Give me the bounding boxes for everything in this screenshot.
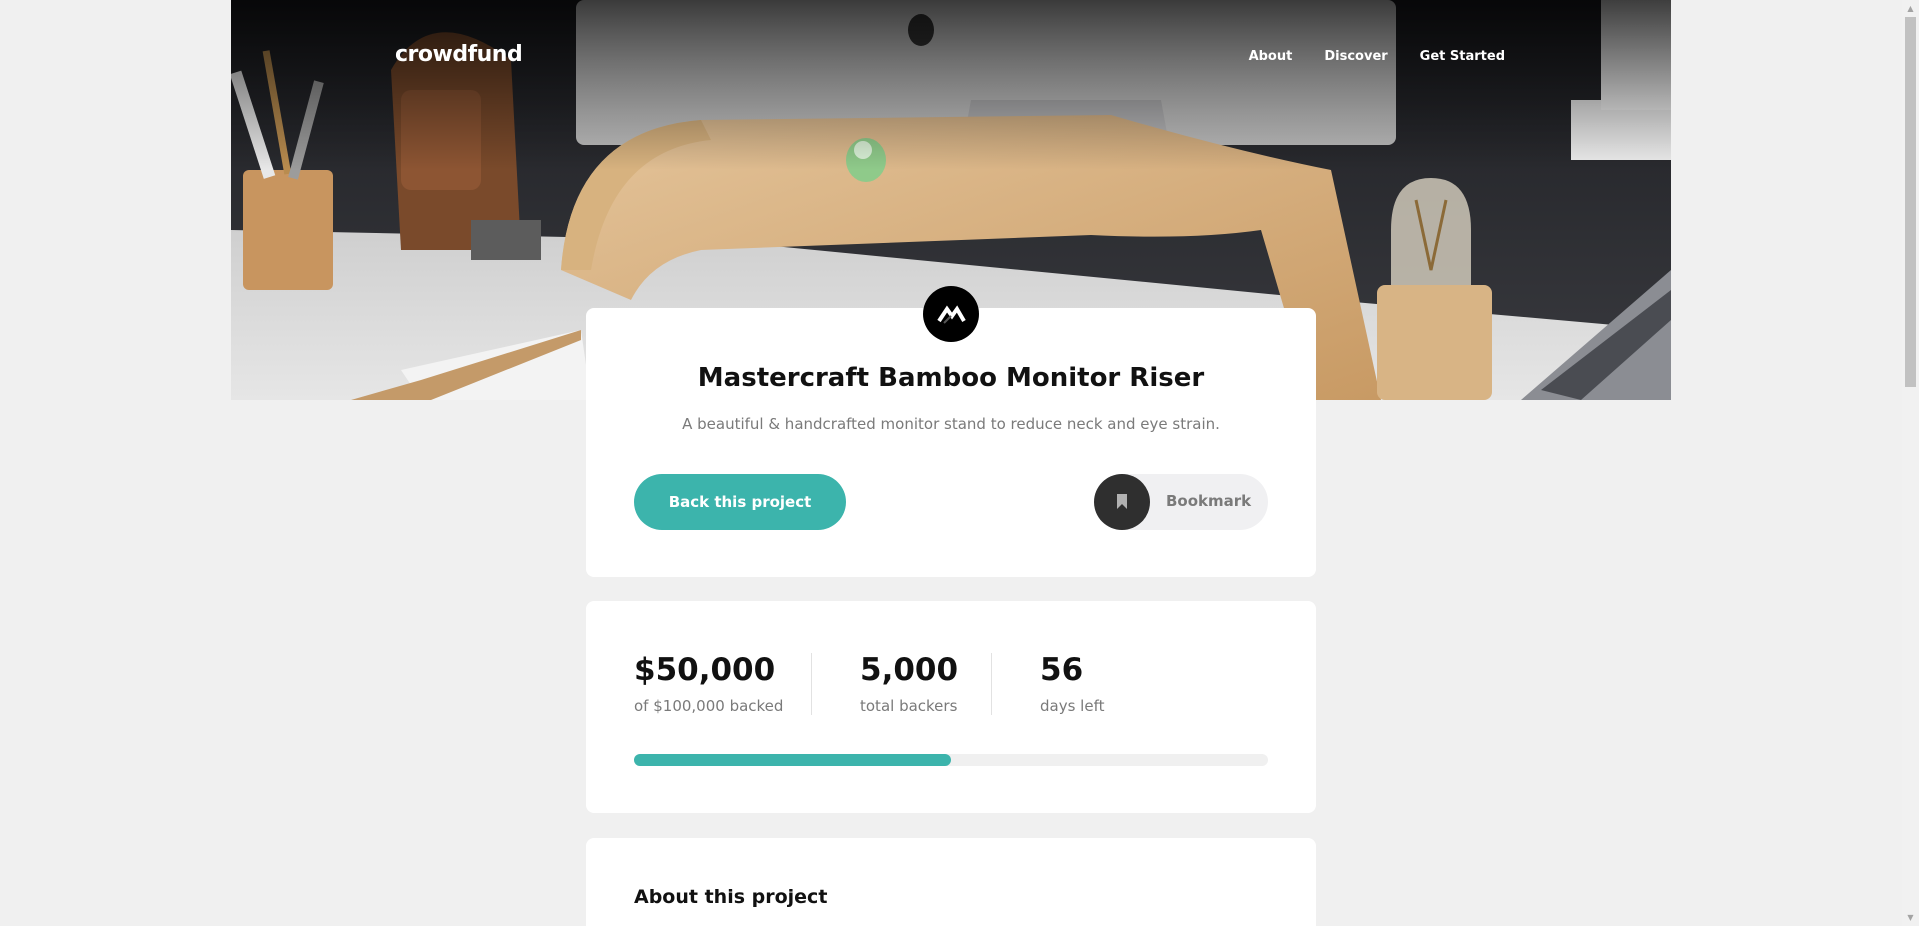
stat-backed-value: $50,000 — [634, 652, 776, 688]
scroll-down-icon[interactable]: ▼ — [1902, 909, 1919, 926]
scroll-thumb[interactable] — [1905, 17, 1916, 387]
nav-link-discover[interactable]: Discover — [1324, 49, 1387, 64]
nav-link-about[interactable]: About — [1249, 49, 1293, 64]
page: crowdfund About Discover Get Started Mas… — [0, 0, 1919, 926]
stat-divider — [811, 653, 812, 715]
stat-days-value: 56 — [1040, 652, 1084, 688]
vertical-scrollbar[interactable]: ▲ ▼ — [1902, 0, 1919, 926]
project-intro-card: Mastercraft Bamboo Monitor Riser A beaut… — [586, 286, 1316, 577]
funding-progress-bar — [634, 754, 1268, 766]
stat-days: 56 days left — [1040, 651, 1104, 715]
bookmark-icon — [1094, 474, 1150, 530]
project-title: Mastercraft Bamboo Monitor Riser — [697, 363, 1205, 393]
crowdfund-logo[interactable]: crowdfund — [395, 42, 523, 67]
stat-backed-label: of $100,000 backed — [634, 697, 784, 715]
project-description: A beautiful & handcrafted monitor stand … — [682, 415, 1220, 433]
stat-backed: $50,000 of $100,000 backed — [634, 651, 783, 715]
stat-days-label: days left — [1040, 697, 1105, 715]
project-stats-card: $50,000 of $100,000 backed 5,000 total b… — [586, 601, 1316, 813]
stat-backers: 5,000 total backers — [860, 651, 958, 715]
scroll-up-icon[interactable]: ▲ — [1902, 0, 1919, 17]
about-project-card: About this project — [586, 838, 1316, 926]
about-title: About this project — [634, 886, 828, 908]
bookmark-button[interactable]: Bookmark — [1094, 474, 1268, 530]
mastercraft-m-icon — [923, 286, 979, 342]
funding-progress-fill — [634, 754, 951, 766]
top-nav: crowdfund About Discover Get Started — [231, 0, 1671, 116]
bookmark-label: Bookmark — [1166, 492, 1252, 510]
stat-divider — [991, 653, 992, 715]
back-project-button[interactable]: Back this project — [634, 474, 846, 530]
nav-link-get-started[interactable]: Get Started — [1420, 49, 1505, 64]
stat-backers-value: 5,000 — [860, 652, 959, 688]
nav-links: About Discover Get Started — [1249, 49, 1505, 64]
stat-backers-label: total backers — [860, 697, 958, 715]
